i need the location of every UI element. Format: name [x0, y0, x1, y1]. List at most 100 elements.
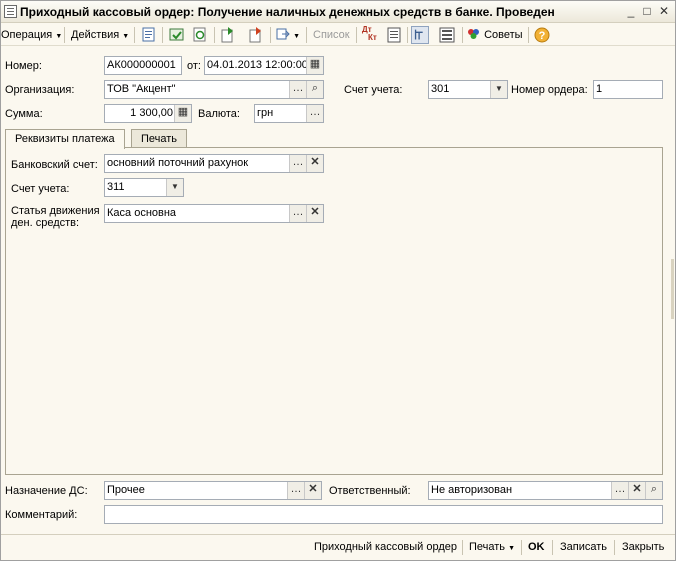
toolbar-separator	[306, 27, 307, 43]
structure-icon[interactable]	[411, 26, 429, 44]
toolbar: Операция ▼ Действия ▼ ▼ Список Дт Кт Сове…	[1, 24, 675, 46]
print-menu[interactable]: Печать ▼	[469, 539, 515, 556]
ok-button[interactable]: OK	[528, 539, 545, 556]
ellipsis-icon[interactable]: …	[289, 155, 306, 172]
bank-account-value: основний поточний рахунок	[107, 157, 249, 169]
purpose-field[interactable]: Прочее … ✕	[104, 481, 322, 500]
search-icon[interactable]: ⌕	[645, 482, 662, 499]
tab-payment-details[interactable]: Реквизиты платежа	[5, 129, 125, 149]
bank-account-field[interactable]: основний поточний рахунок … ✕	[104, 154, 324, 173]
cashflow-label: Статья движения ден. средств:	[11, 205, 100, 229]
document-window: Приходный кассовый ордер: Получение нали…	[0, 0, 676, 561]
ellipsis-icon[interactable]: …	[306, 105, 323, 122]
ellipsis-icon[interactable]: …	[289, 205, 306, 222]
currency-field[interactable]: грн …	[254, 104, 324, 123]
minimize-icon[interactable]: _	[623, 4, 639, 19]
tips-button[interactable]: Советы	[467, 27, 523, 43]
number-field[interactable]: АК000000001	[104, 56, 182, 75]
currency-value: грн	[257, 107, 274, 119]
maximize-icon[interactable]: □	[639, 4, 655, 19]
number-label: Номер:	[5, 60, 42, 72]
actions-menu[interactable]: Действия ▼	[71, 27, 129, 43]
window-title: Приходный кассовый ордер: Получение нали…	[20, 5, 555, 19]
sum-field[interactable]: 1 300,00 ▦	[104, 104, 192, 123]
print-form-button[interactable]: Приходный кассовый ордер	[314, 539, 457, 556]
operation-menu[interactable]: Операция ▼	[1, 27, 62, 43]
ellipsis-icon[interactable]: …	[287, 482, 304, 499]
post-doc-icon[interactable]	[168, 26, 186, 44]
account-value: 301	[431, 83, 450, 95]
delete-doc-icon[interactable]	[247, 26, 265, 44]
cashflow-value: Каса основна	[107, 207, 177, 219]
kt-label: Кт	[368, 33, 377, 42]
help-icon[interactable]: ?	[533, 26, 551, 44]
clear-icon[interactable]: ✕	[628, 482, 645, 499]
toolbar-separator	[356, 27, 357, 43]
toolbar-separator	[134, 27, 135, 43]
clear-icon[interactable]: ✕	[306, 155, 323, 172]
account-select[interactable]: 301 ▼	[428, 80, 508, 99]
form-settings-icon[interactable]	[438, 26, 456, 44]
payment-details-panel: Банковский счет: основний поточний рахун…	[5, 147, 663, 475]
toolbar-separator	[462, 27, 463, 43]
chevron-down-icon[interactable]: ▼	[166, 179, 183, 196]
toolbar-separator	[528, 27, 529, 43]
responsible-label: Ответственный:	[329, 485, 411, 497]
purpose-label: Назначение ДС:	[5, 485, 88, 497]
comment-label: Комментарий:	[5, 509, 78, 521]
organization-field[interactable]: ТОВ "Акцент" … ⌕	[104, 80, 324, 99]
toolbar-separator	[64, 27, 65, 43]
comment-field[interactable]	[104, 505, 663, 524]
currency-label: Валюта:	[198, 108, 240, 120]
resize-handle[interactable]	[671, 259, 674, 319]
chevron-down-icon: ▼	[508, 545, 516, 552]
operation-menu-label: Операция	[1, 29, 53, 41]
calculator-icon[interactable]: ▦	[174, 105, 191, 122]
organization-label: Организация:	[5, 84, 75, 96]
purpose-value: Прочее	[107, 484, 145, 496]
payment-account-label: Счет учета:	[11, 183, 70, 195]
toolbar-separator	[270, 27, 271, 43]
close-icon[interactable]: ✕	[656, 4, 672, 19]
sum-value: 1 300,00	[130, 107, 173, 119]
chevron-down-icon: ▼	[122, 33, 130, 40]
save-doc-icon[interactable]	[140, 26, 158, 44]
print-menu-label: Печать	[469, 541, 506, 553]
tab-print[interactable]: Печать	[131, 129, 188, 148]
clear-icon[interactable]: ✕	[304, 482, 321, 499]
toolbar-separator	[162, 27, 163, 43]
report-icon[interactable]	[385, 26, 403, 44]
copy-doc-icon[interactable]	[219, 26, 237, 44]
clear-icon[interactable]: ✕	[306, 205, 323, 222]
command-separator	[462, 540, 463, 555]
command-separator	[552, 540, 553, 555]
date-label: от:	[187, 60, 201, 72]
title-bar[interactable]: Приходный кассовый ордер: Получение нали…	[1, 1, 675, 23]
dt-kt-button[interactable]: Дт Кт	[362, 26, 380, 42]
payment-account-select[interactable]: 311 ▼	[104, 178, 184, 197]
order-number-field[interactable]: 1	[593, 80, 663, 99]
list-button[interactable]: Список	[313, 27, 350, 43]
command-separator	[521, 540, 522, 555]
calendar-icon[interactable]: ▦	[306, 57, 323, 74]
tips-icon	[468, 29, 479, 39]
search-icon[interactable]: ⌕	[306, 81, 323, 98]
ellipsis-icon[interactable]: …	[611, 482, 628, 499]
ellipsis-icon[interactable]: …	[289, 81, 306, 98]
refresh-icon[interactable]	[191, 26, 209, 44]
goto-icon	[276, 28, 290, 40]
chevron-down-icon[interactable]: ▼	[490, 81, 507, 98]
cashflow-field[interactable]: Каса основна … ✕	[104, 204, 324, 223]
actions-menu-label: Действия	[71, 29, 120, 41]
command-separator	[614, 540, 615, 555]
chevron-down-icon: ▼	[55, 33, 63, 40]
date-field[interactable]: 04.01.2013 12:00:00 ▦	[204, 56, 324, 75]
cashflow-label-line2: ден. средств:	[11, 217, 80, 229]
account-label: Счет учета:	[344, 84, 403, 96]
close-button[interactable]: Закрыть	[622, 539, 664, 556]
toolbar-separator	[407, 27, 408, 43]
tips-label: Советы	[484, 29, 523, 41]
responsible-field[interactable]: Не авторизован … ✕ ⌕	[428, 481, 663, 500]
save-button[interactable]: Записать	[560, 539, 607, 556]
goto-menu[interactable]: ▼	[276, 27, 300, 43]
